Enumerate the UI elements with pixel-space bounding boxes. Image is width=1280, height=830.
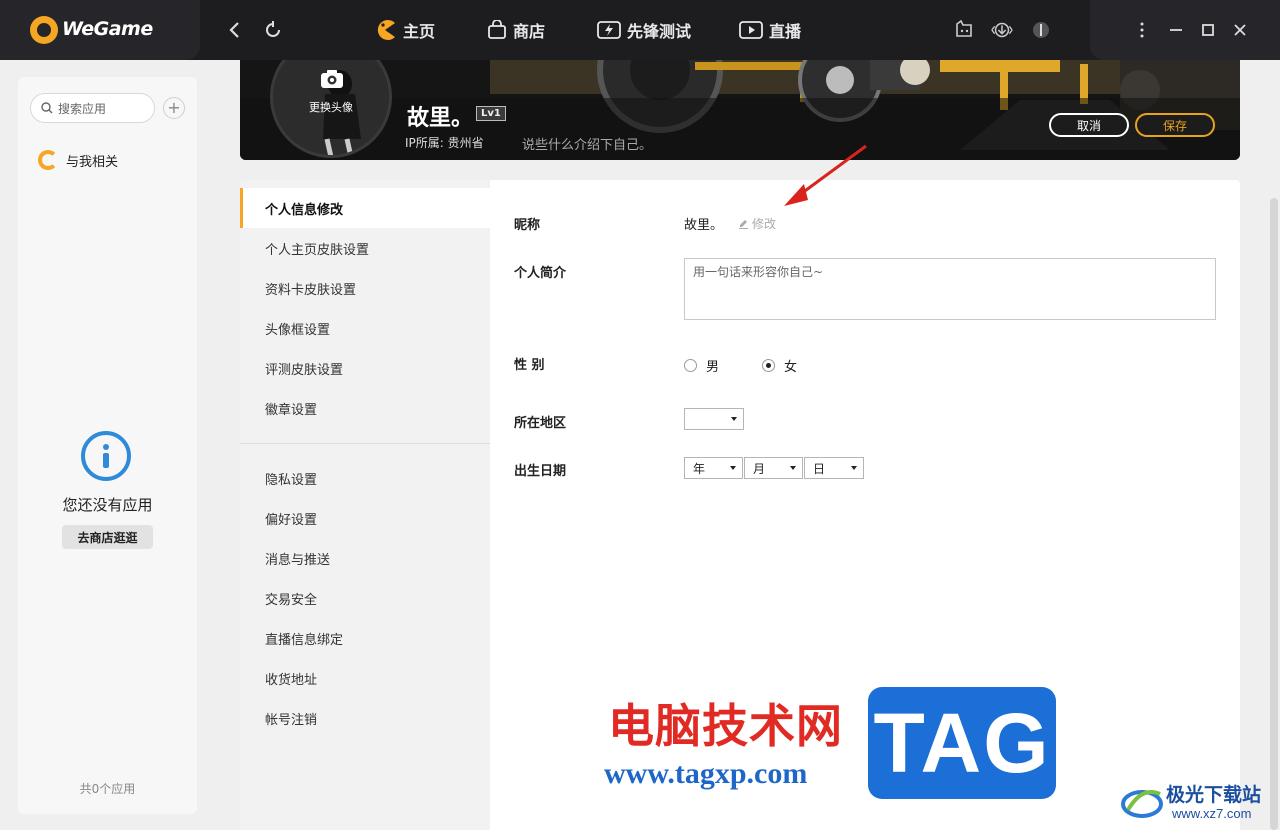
dropdown-caret-icon [790,466,796,470]
birth-date-label: 出生日期 [514,464,567,479]
cancel-button[interactable]: 取消 [1049,113,1129,137]
app-title: WeGame [62,18,153,40]
menu-item-preferences[interactable]: 偏好设置 [240,498,490,538]
region-label: 所在地区 [514,416,567,431]
menu-item-review-skin[interactable]: 评测皮肤设置 [240,348,490,388]
logo-block: WeGame [0,0,200,60]
add-app-button[interactable]: + [163,97,185,119]
go-to-store-button[interactable]: 去商店逛逛 [62,525,153,549]
menu-divider [240,443,490,444]
dropdown-caret-icon [731,417,737,421]
aurora-logo-icon [1121,790,1163,818]
profile-bio: 说些什么介绍下自己。 [522,138,653,153]
radio-circle-male [684,359,697,372]
sidebar-item-related[interactable]: 与我相关 [38,150,118,170]
watermark-text: 电脑技术网 [608,699,843,753]
pacman-icon [377,20,395,40]
minimize-icon[interactable] [1164,18,1188,42]
download-icon[interactable] [990,18,1014,42]
menu-item-badges[interactable]: 徽章设置 [240,388,490,428]
more-icon[interactable] [1130,18,1154,42]
tab-beta-test-label: 先锋测试 [627,22,692,41]
shopping-bag-icon [488,20,506,39]
watermark-site-logo: 极光下载站 www.xz7.com [1118,776,1280,830]
save-button[interactable]: 保存 [1135,113,1215,137]
menu-item-live-binding[interactable]: 直播信息绑定 [240,618,490,658]
menu-item-account-deletion[interactable]: 帐号注销 [240,698,490,738]
play-screen-icon [739,21,763,39]
tab-store-label: 商店 [513,22,546,41]
change-avatar-label: 更换头像 [309,101,353,114]
plus-icon: + [167,98,181,117]
back-icon[interactable] [222,18,246,42]
gender-male-radio[interactable]: 男 [684,356,719,375]
menu-item-trade-security[interactable]: 交易安全 [240,578,490,618]
ip-location: IP所属: 贵州省 [405,136,484,150]
wegame-small-icon [38,150,58,170]
tab-beta-test[interactable]: 先锋测试 [597,18,691,42]
bio-label: 个人简介 [514,266,567,281]
menu-item-homepage-skin[interactable]: 个人主页皮肤设置 [240,228,490,268]
tab-store[interactable]: 商店 [487,18,545,42]
gender-male-label: 男 [706,360,720,375]
region-select[interactable] [684,408,744,430]
settings-menu: 个人信息修改 个人主页皮肤设置 资料卡皮肤设置 头像框设置 评测皮肤设置 徽章设… [240,180,490,830]
level-badge: Lv1 [476,106,506,121]
watermark-tag-logo: TAG [868,687,1056,799]
maximize-icon[interactable] [1196,18,1220,42]
empty-state-text: 您还没有应用 [62,496,153,514]
bolt-ticket-icon [597,21,621,39]
search-icon [41,102,53,114]
gender-female-label: 女 [784,360,798,375]
app-sidebar: 搜索应用 + 与我相关 您还没有应用 去商店逛逛 共0个应用 [18,77,197,814]
birth-year-value: 年 [693,461,706,476]
birth-day-select[interactable]: 日 [804,457,864,479]
top-bar: WeGame 主页 商店 先锋测试 直播 [0,0,1280,60]
dropdown-caret-icon [851,466,857,470]
info-icon [81,431,131,481]
birth-month-select[interactable]: 月 [744,457,803,479]
search-input[interactable]: 搜索应用 [30,93,155,123]
refresh-icon[interactable] [261,18,285,42]
tab-home[interactable]: 主页 [373,18,435,42]
pencil-icon [739,220,748,229]
watermark-site-url: www.xz7.com [1172,806,1252,821]
search-placeholder: 搜索应用 [58,101,107,116]
menu-item-card-skin[interactable]: 资料卡皮肤设置 [240,268,490,308]
menu-item-profile-edit[interactable]: 个人信息修改 [240,188,490,228]
app-count: 共0个应用 [79,782,136,796]
avatar[interactable]: 更换头像 [270,60,392,158]
close-icon[interactable] [1228,18,1252,42]
tab-home-label: 主页 [403,22,436,41]
gender-female-radio[interactable]: 女 [762,356,797,375]
profile-banner: 更换头像 故里。 Lv1 IP所属: 贵州省 说些什么介绍下自己。 取消 保存 [240,60,1240,160]
watermark-url: www.tagxp.com [604,757,808,790]
menu-item-privacy[interactable]: 隐私设置 [240,458,490,498]
window-controls [1090,0,1280,60]
wegame-logo-icon [30,16,58,44]
radio-circle-female [762,359,775,372]
tab-live-label: 直播 [769,22,802,41]
dropdown-caret-icon [730,466,736,470]
nickname-value: 故里。 [684,218,724,233]
birth-day-value: 日 [813,461,826,476]
camera-icon [321,70,343,88]
tab-live[interactable]: 直播 [739,18,801,42]
sidebar-item-related-label: 与我相关 [66,154,119,170]
avatar-icon[interactable] [1029,18,1053,42]
menu-item-notifications[interactable]: 消息与推送 [240,538,490,578]
nickname-label: 昵称 [514,218,541,233]
gender-label: 性 别 [514,358,545,373]
birth-year-select[interactable]: 年 [684,457,743,479]
profile-name: 故里。 [407,106,474,131]
chat-icon[interactable] [952,18,976,42]
annotation-arrow [784,144,867,206]
birth-month-value: 月 [753,461,766,476]
scrollbar[interactable] [1270,198,1278,830]
menu-item-avatar-frame[interactable]: 头像框设置 [240,308,490,348]
watermark-site-name: 极光下载站 [1166,784,1262,806]
menu-item-shipping-address[interactable]: 收货地址 [240,658,490,698]
bio-textarea[interactable] [684,258,1216,320]
